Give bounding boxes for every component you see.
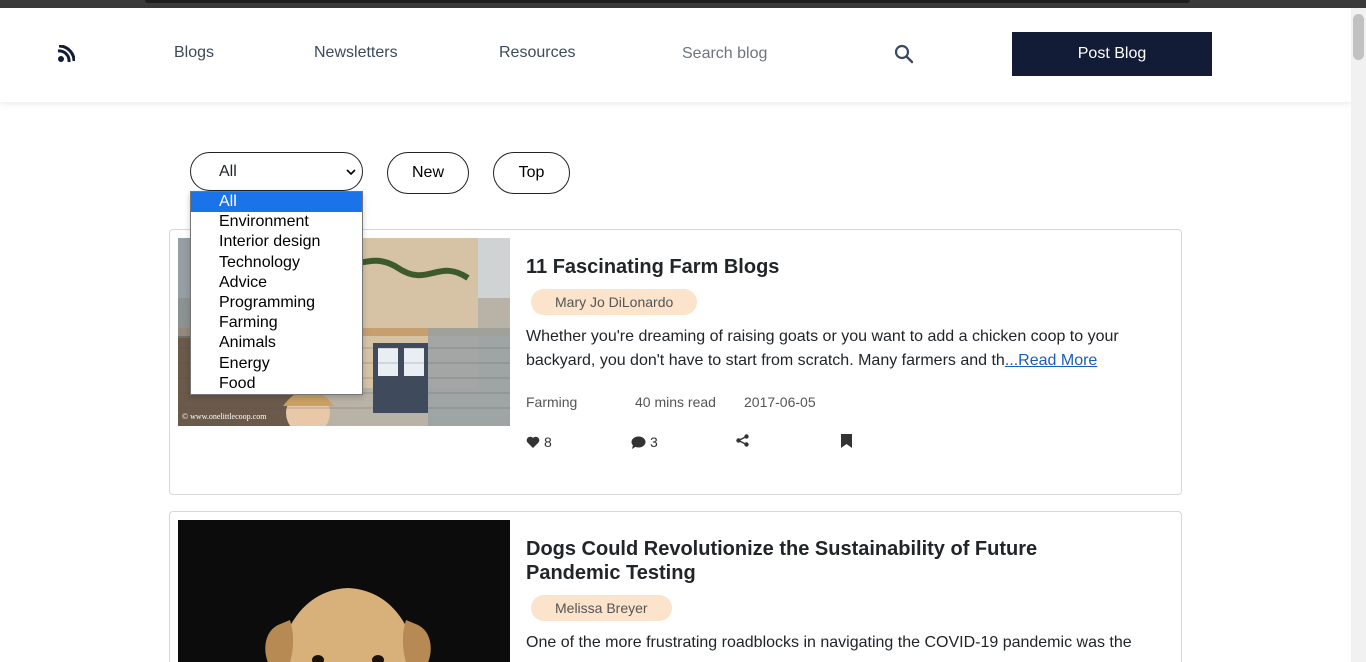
- post-blog-button[interactable]: Post Blog: [1012, 32, 1212, 76]
- search-input[interactable]: [682, 41, 872, 67]
- chevron-down-icon: [346, 169, 356, 176]
- image-watermark: © www.onelittlecoop.com: [182, 412, 267, 421]
- category-option-advice[interactable]: Advice: [191, 273, 362, 293]
- category-option-technology[interactable]: Technology: [191, 253, 362, 273]
- browser-top-strip: [0, 0, 1366, 8]
- logo-icon[interactable]: [57, 45, 75, 63]
- share-button[interactable]: [736, 434, 749, 447]
- category-option-programming[interactable]: Programming: [191, 293, 362, 313]
- category-select[interactable]: All: [190, 152, 363, 191]
- sort-top-button[interactable]: Top: [493, 152, 570, 194]
- page-scrollbar[interactable]: [1351, 8, 1366, 662]
- nav-resources-link[interactable]: Resources: [499, 44, 575, 62]
- comment-icon: [631, 436, 646, 449]
- category-dropdown-list: All Environment Interior design Technolo…: [190, 191, 363, 395]
- like-count: 8: [544, 434, 552, 450]
- blog-excerpt: One of the more frustrating roadblocks i…: [526, 634, 1132, 651]
- category-option-food[interactable]: Food: [191, 374, 362, 394]
- bookmark-icon: [841, 434, 852, 448]
- category-option-farming[interactable]: Farming: [191, 313, 362, 333]
- category-option-all[interactable]: All: [191, 192, 362, 213]
- scrollbar-thumb[interactable]: [1353, 14, 1364, 60]
- heart-icon: [526, 436, 540, 448]
- navbar: Blogs Newsletters Resources Post Blog: [0, 8, 1351, 102]
- comment-count: 3: [650, 434, 658, 450]
- nav-newsletters-link[interactable]: Newsletters: [314, 44, 398, 62]
- sort-new-button[interactable]: New: [387, 152, 469, 194]
- comment-button[interactable]: 3: [631, 434, 658, 450]
- search-icon[interactable]: [894, 44, 914, 64]
- blog-excerpt: Whether you're dreaming of raising goats…: [526, 325, 1146, 373]
- category-option-animals[interactable]: Animals: [191, 333, 362, 353]
- read-more-link[interactable]: ...Read More: [1005, 352, 1097, 369]
- blog-thumbnail-image[interactable]: [178, 520, 510, 662]
- share-icon: [736, 434, 749, 447]
- blog-card: Dogs Could Revolutionize the Sustainabil…: [169, 511, 1182, 662]
- blog-date: 2017-06-05: [744, 394, 816, 410]
- blog-category: Farming: [526, 394, 578, 410]
- category-option-energy[interactable]: Energy: [191, 354, 362, 374]
- like-button[interactable]: 8: [526, 434, 552, 450]
- author-badge[interactable]: Melissa Breyer: [531, 595, 672, 621]
- category-option-environment[interactable]: Environment: [191, 212, 362, 232]
- bookmark-button[interactable]: [841, 434, 852, 448]
- nav-blogs-link[interactable]: Blogs: [174, 44, 214, 62]
- blog-title[interactable]: 11 Fascinating Farm Blogs: [526, 255, 779, 279]
- blog-read-time: 40 mins read: [635, 394, 716, 410]
- blog-title[interactable]: Dogs Could Revolutionize the Sustainabil…: [526, 537, 1126, 585]
- category-select-value: All: [219, 162, 237, 180]
- category-option-interior-design[interactable]: Interior design: [191, 232, 362, 252]
- author-badge[interactable]: Mary Jo DiLonardo: [531, 289, 698, 315]
